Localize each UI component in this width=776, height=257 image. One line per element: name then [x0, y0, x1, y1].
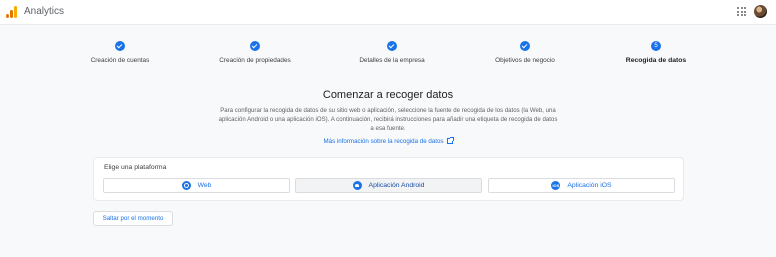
apps-grid-icon[interactable]: [737, 7, 746, 16]
step-label: Recogida de datos: [625, 57, 687, 64]
step-label: Objetivos de negocio: [495, 57, 555, 64]
step-data-collection: 5 Recogida de datos: [591, 40, 721, 64]
check-icon: [250, 41, 260, 51]
web-globe-icon: [181, 181, 191, 190]
step-business-details: Detalles de la empresa: [327, 40, 457, 64]
more-info-link[interactable]: Más información sobre la recogida de dat…: [0, 137, 776, 145]
platform-card-title: Elige una plataforma: [104, 164, 167, 171]
check-icon: [115, 41, 125, 51]
check-icon: [387, 41, 397, 51]
open-in-new-icon[interactable]: [446, 137, 454, 144]
platform-label: Web: [197, 182, 212, 189]
user-avatar[interactable]: [754, 5, 767, 18]
page-title: Comenzar a recoger datos: [322, 89, 454, 101]
platform-android-button[interactable]: Aplicación Android: [295, 178, 482, 193]
setup-stepper: Creación de cuentas Creación de propieda…: [80, 40, 700, 70]
skip-for-now-button[interactable]: Saltar por el momento: [93, 211, 173, 226]
check-icon: [520, 41, 530, 51]
step-number-badge: 5: [651, 41, 661, 51]
platform-web-button[interactable]: Web: [103, 178, 290, 193]
step-property-creation: Creación de propiedades: [190, 40, 320, 64]
step-account-creation: Creación de cuentas: [55, 40, 185, 64]
platform-card: Elige una plataforma Web Aplicación Andr…: [93, 157, 684, 201]
ios-icon: iOS: [551, 181, 561, 190]
analytics-logo-icon[interactable]: [6, 6, 18, 18]
app-title[interactable]: Analytics: [24, 6, 64, 17]
page-description: Para configurar la recogida de datos de …: [218, 107, 558, 132]
platform-label: Aplicación Android: [368, 182, 425, 189]
more-info-link-label[interactable]: Más información sobre la recogida de dat…: [323, 138, 443, 145]
android-icon: [352, 181, 362, 190]
step-label: Creación de cuentas: [90, 57, 150, 64]
step-label: Creación de propiedades: [219, 57, 291, 64]
platform-label: Aplicación iOS: [567, 182, 612, 189]
platform-ios-button[interactable]: iOS Aplicación iOS: [488, 178, 675, 193]
step-label: Detalles de la empresa: [359, 57, 425, 64]
step-business-objectives: Objetivos de negocio: [460, 40, 590, 64]
top-app-bar: Analytics: [0, 0, 776, 25]
